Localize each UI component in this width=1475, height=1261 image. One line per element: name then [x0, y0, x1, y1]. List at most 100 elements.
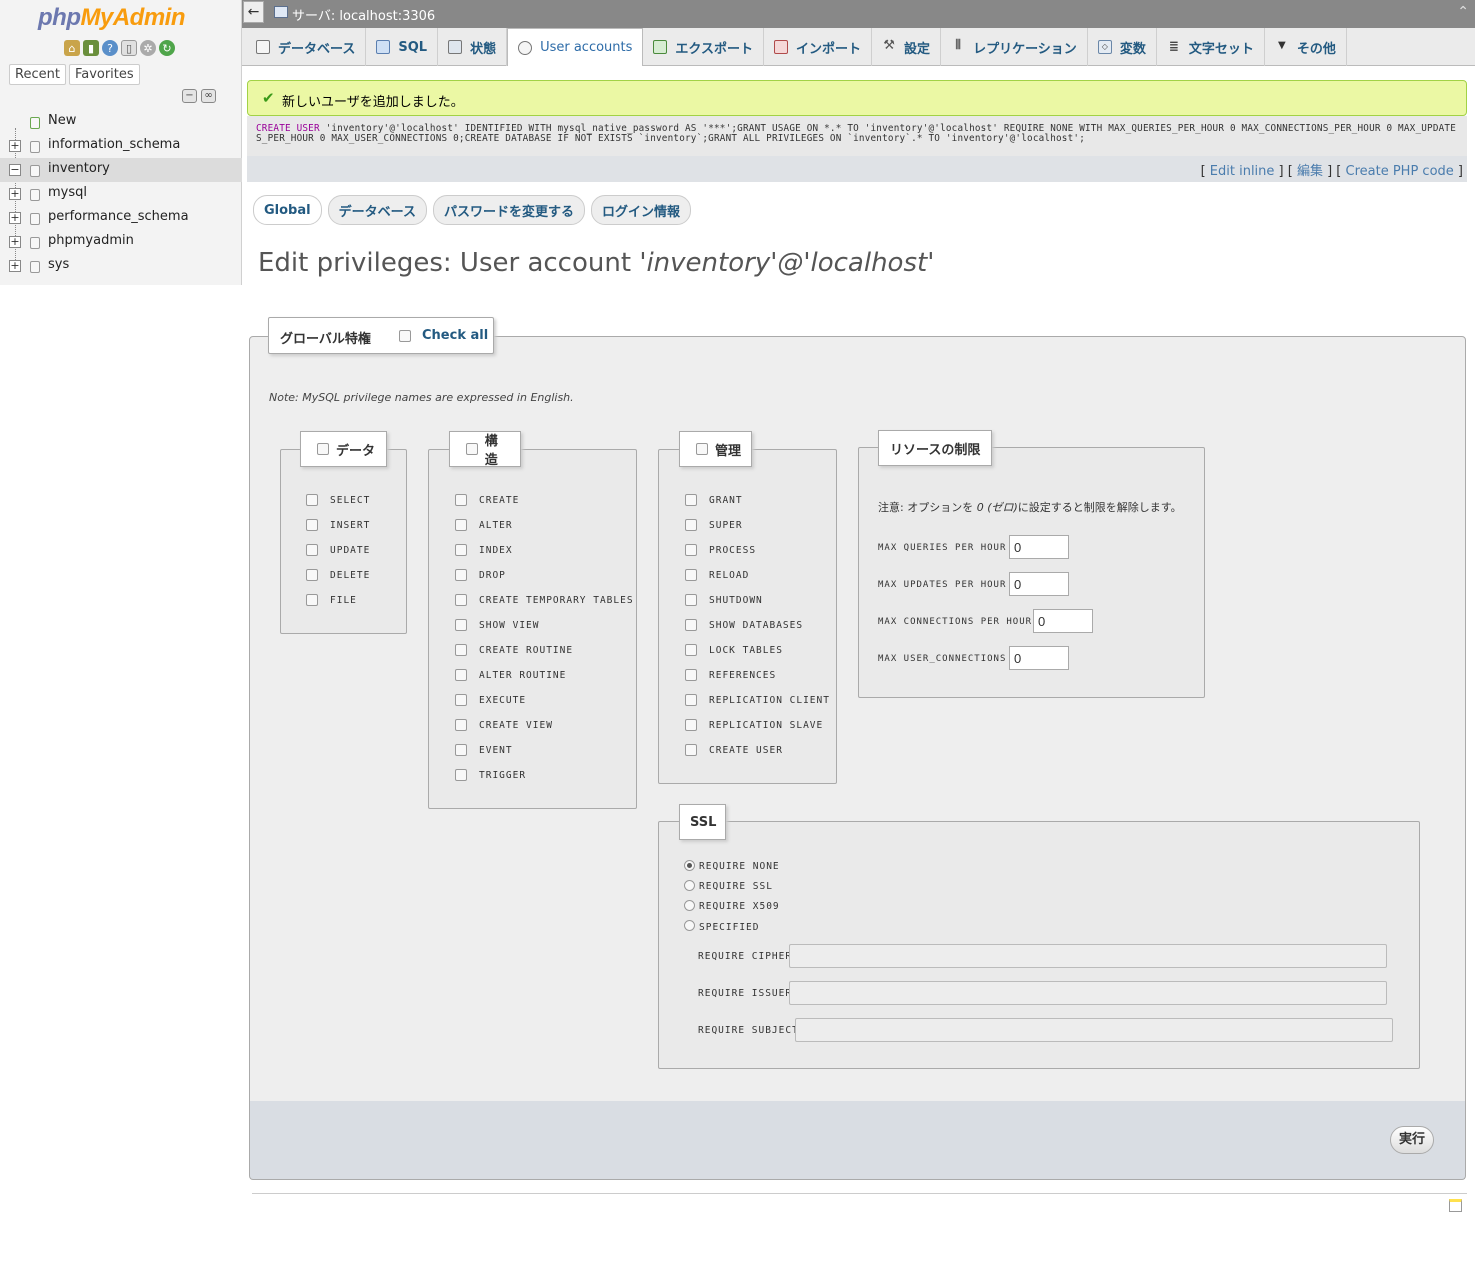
check-all-label[interactable]: Check all — [422, 328, 488, 343]
priv-checkbox[interactable] — [455, 719, 467, 731]
subtab-change-password[interactable]: パスワードを変更する — [432, 195, 585, 225]
subtab-login-info[interactable]: ログイン情報 — [590, 195, 691, 225]
expand-icon[interactable]: + — [9, 260, 21, 272]
priv-checkbox[interactable] — [455, 494, 467, 506]
link-icon[interactable]: ∞ — [201, 89, 216, 103]
favorites-button[interactable]: Favorites — [68, 64, 140, 85]
exit-icon[interactable]: ▮ — [83, 40, 99, 56]
tab-settings[interactable]: ⚒ 設定 — [872, 28, 942, 66]
tab-status[interactable]: 状態 — [438, 28, 508, 66]
docs-icon[interactable]: ▯ — [121, 40, 137, 56]
collapse-icon[interactable]: − — [9, 164, 21, 176]
max-queries-input[interactable] — [1009, 535, 1069, 559]
settings-icon[interactable]: ✲ — [140, 40, 156, 56]
require-issuer-input[interactable] — [789, 981, 1387, 1005]
expand-icon[interactable]: + — [9, 236, 21, 248]
tree-item-sys[interactable]: + sys — [0, 254, 242, 278]
priv-checkbox[interactable] — [455, 619, 467, 631]
require-ssl-label[interactable]: REQUIRE SSL — [699, 881, 773, 892]
recent-button[interactable]: Recent — [9, 64, 66, 85]
priv-checkbox[interactable] — [306, 594, 318, 606]
create-php-code-link[interactable]: Create PHP code — [1346, 164, 1454, 179]
priv-checkbox[interactable] — [685, 619, 697, 631]
specified-label[interactable]: SPECIFIED — [699, 922, 759, 933]
priv-checkbox[interactable] — [685, 544, 697, 556]
priv-checkbox[interactable] — [306, 494, 318, 506]
priv-checkbox[interactable] — [455, 644, 467, 656]
tab-export[interactable]: エクスポート — [643, 28, 765, 66]
priv-checkbox[interactable] — [306, 519, 318, 531]
priv-checkbox[interactable] — [685, 594, 697, 606]
tree-item-label[interactable]: performance_schema — [48, 209, 189, 224]
tree-item-new[interactable]: New — [0, 110, 242, 134]
collapse-top-icon[interactable]: ⌃ — [1457, 4, 1469, 20]
tree-item-mysql[interactable]: + mysql — [0, 182, 242, 206]
priv-checkbox[interactable] — [455, 594, 467, 606]
tab-charsets[interactable]: ≣ 文字セット — [1157, 28, 1265, 66]
priv-checkbox[interactable] — [685, 719, 697, 731]
priv-checkbox[interactable] — [455, 519, 467, 531]
priv-checkbox[interactable] — [455, 569, 467, 581]
tab-databases[interactable]: データベース — [246, 28, 367, 66]
require-x509-label[interactable]: REQUIRE X509 — [699, 901, 780, 912]
require-none-label[interactable]: REQUIRE NONE — [699, 861, 780, 872]
tree-item-inventory[interactable]: − inventory — [0, 158, 242, 182]
help-icon[interactable]: ? — [102, 40, 118, 56]
tree-item-label[interactable]: inventory — [48, 161, 110, 176]
require-none-radio[interactable] — [684, 860, 695, 871]
priv-checkbox[interactable] — [455, 769, 467, 781]
subtab-global[interactable]: Global — [253, 195, 322, 225]
subtab-database[interactable]: データベース — [327, 195, 427, 225]
tab-import[interactable]: インポート — [764, 28, 873, 66]
specified-radio[interactable] — [684, 920, 695, 931]
tree-item-information-schema[interactable]: + information_schema — [0, 134, 242, 158]
max-connections-input[interactable] — [1033, 609, 1093, 633]
tab-user-accounts[interactable]: User accounts — [507, 28, 644, 66]
require-ssl-radio[interactable] — [684, 880, 695, 891]
priv-checkbox[interactable] — [455, 744, 467, 756]
priv-checkbox[interactable] — [685, 494, 697, 506]
phpmyadmin-logo[interactable]: phpMyAdmin — [38, 4, 185, 32]
priv-checkbox[interactable] — [685, 669, 697, 681]
priv-checkbox[interactable] — [455, 669, 467, 681]
require-subject-input[interactable] — [795, 1018, 1393, 1042]
tree-item-label[interactable]: New — [48, 113, 76, 128]
priv-checkbox[interactable] — [685, 569, 697, 581]
check-all-checkbox[interactable] — [399, 330, 411, 342]
tab-sql[interactable]: SQL — [366, 28, 439, 66]
admin-group-checkbox[interactable] — [696, 443, 708, 455]
expand-icon[interactable]: + — [9, 140, 21, 152]
priv-checkbox[interactable] — [685, 744, 697, 756]
home-icon[interactable]: ⌂ — [64, 40, 80, 56]
max-updates-input[interactable] — [1009, 572, 1069, 596]
tree-item-label[interactable]: mysql — [48, 185, 87, 200]
tree-item-label[interactable]: sys — [48, 257, 69, 272]
tree-item-phpmyadmin[interactable]: + phpmyadmin — [0, 230, 242, 254]
expand-icon[interactable]: + — [9, 188, 21, 200]
reload-icon[interactable]: ↻ — [159, 40, 175, 56]
require-x509-radio[interactable] — [684, 900, 695, 911]
collapse-all-icon[interactable]: − — [182, 89, 197, 103]
priv-checkbox[interactable] — [306, 569, 318, 581]
server-breadcrumb[interactable]: サーバ: localhost:3306 — [292, 5, 435, 24]
require-cipher-input[interactable] — [789, 944, 1387, 968]
expand-icon[interactable]: + — [9, 212, 21, 224]
back-arrow-button[interactable]: ← — [243, 1, 264, 23]
priv-checkbox[interactable] — [455, 694, 467, 706]
tree-item-label[interactable]: information_schema — [48, 137, 180, 152]
console-icon[interactable] — [1449, 1199, 1462, 1212]
tab-more[interactable]: ▼ その他 — [1265, 28, 1347, 66]
edit-inline-link[interactable]: Edit inline — [1210, 164, 1275, 179]
priv-checkbox[interactable] — [306, 544, 318, 556]
tab-replication[interactable]: ⫴ レプリケーション — [941, 28, 1088, 66]
tree-item-performance-schema[interactable]: + performance_schema — [0, 206, 242, 230]
priv-checkbox[interactable] — [455, 544, 467, 556]
edit-link[interactable]: 編集 — [1297, 164, 1323, 179]
priv-checkbox[interactable] — [685, 694, 697, 706]
priv-checkbox[interactable] — [685, 519, 697, 531]
priv-checkbox[interactable] — [685, 644, 697, 656]
tree-item-label[interactable]: phpmyadmin — [48, 233, 134, 248]
structure-group-checkbox[interactable] — [466, 443, 478, 455]
max-user-connections-input[interactable] — [1009, 646, 1069, 670]
execute-button[interactable]: 実行 — [1390, 1126, 1435, 1154]
